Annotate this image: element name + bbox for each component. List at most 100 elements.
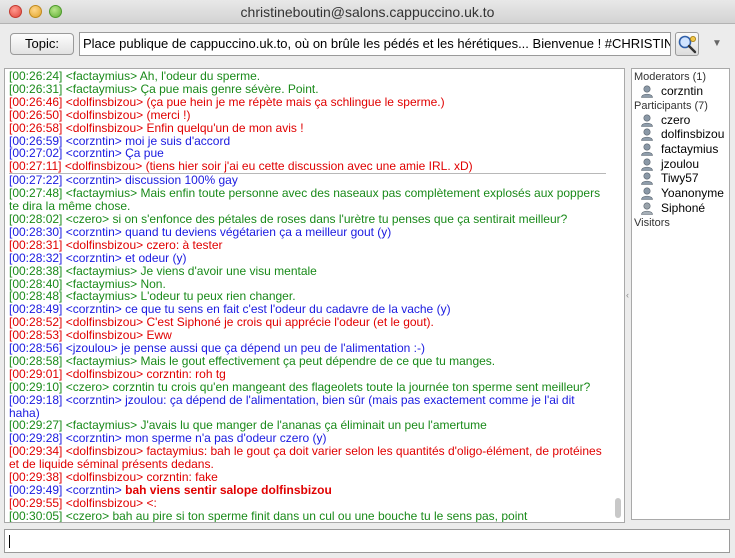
- message-timestamp: [00:28:48]: [9, 289, 63, 304]
- roster-user[interactable]: czero: [632, 113, 729, 128]
- message-timestamp: [00:27:22]: [9, 173, 63, 188]
- user-icon: [641, 114, 653, 127]
- message-nick[interactable]: <czero>: [66, 212, 109, 226]
- message-nick[interactable]: <dolfinsbizou>: [66, 108, 143, 122]
- roster-user[interactable]: dolfinsbizou: [632, 127, 729, 142]
- chat-message: [00:27:22] <corzntin> discussion 100% ga…: [9, 173, 606, 187]
- group-participants[interactable]: Participants (7): [632, 99, 729, 113]
- text-caret: [9, 535, 10, 548]
- roster-user[interactable]: jzoulou: [632, 157, 729, 172]
- magnifier-icon: [678, 35, 697, 54]
- message-text: Je viens d'avoir une visu mentale: [140, 263, 317, 278]
- message-nick[interactable]: <dolfinsbizou>: [66, 496, 143, 510]
- user-icon: [641, 128, 653, 142]
- message-timestamp: [00:26:50]: [9, 107, 63, 122]
- message-text: Enfin quelqu'un de mon avis !: [146, 120, 304, 135]
- message-nick[interactable]: <dolfinsbizou>: [66, 470, 143, 484]
- message-text: corzntin: fake: [146, 470, 218, 485]
- message-timestamp: [00:30:05]: [9, 508, 63, 523]
- message-nick[interactable]: <corzntin>: [66, 393, 122, 407]
- message-timestamp: [00:28:38]: [9, 263, 63, 278]
- message-nick[interactable]: <corzntin>: [66, 302, 122, 316]
- message-nick[interactable]: <factaymius>: [66, 277, 137, 291]
- message-nick[interactable]: <corzntin>: [66, 483, 122, 497]
- roster-user-name: jzoulou: [661, 156, 700, 171]
- message-nick[interactable]: <czero>: [66, 509, 109, 522]
- message-nick[interactable]: <czero>: [66, 380, 109, 394]
- message-nick[interactable]: <dolfinsbizou>: [66, 238, 143, 252]
- message-nick[interactable]: <factaymius>: [66, 82, 137, 96]
- roster-user[interactable]: Siphoné: [632, 201, 729, 216]
- roster-user[interactable]: factaymius: [632, 142, 729, 157]
- group-count: (7): [694, 99, 708, 112]
- message-timestamp: [00:29:55]: [9, 495, 63, 510]
- message-timestamp: [00:28:02]: [9, 211, 63, 226]
- group-moderators[interactable]: Moderators (1): [632, 70, 729, 84]
- message-nick[interactable]: <dolfinsbizou>: [66, 95, 143, 109]
- message-timestamp: [00:28:31]: [9, 237, 63, 252]
- message-nick[interactable]: <dolfinsbizou>: [66, 444, 143, 458]
- message-nick[interactable]: <corzntin>: [66, 225, 122, 239]
- message-timestamp: [00:28:32]: [9, 250, 63, 265]
- message-nick[interactable]: <factaymius>: [66, 289, 137, 303]
- message-nick[interactable]: <dolfinsbizou>: [66, 328, 143, 342]
- message-text: mon sperme n'a pas d'odeur czero (y): [125, 431, 327, 446]
- user-list[interactable]: Moderators (1) corzntin Participants (7) c…: [631, 68, 730, 520]
- message-nick[interactable]: <factaymius>: [66, 69, 137, 83]
- message-nick[interactable]: <czero>: [66, 522, 109, 523]
- message-nick[interactable]: <factaymius>: [66, 354, 137, 368]
- topic-button[interactable]: Topic:: [10, 33, 74, 55]
- message-nick[interactable]: <factaymius>: [66, 186, 137, 200]
- message-nick[interactable]: <dolfinsbizou>: [66, 315, 143, 329]
- message-timestamp: [00:29:49]: [9, 483, 63, 497]
- message-nick[interactable]: <corzntin>: [66, 146, 122, 160]
- chat-message: [00:27:11] <dolfinsbizou> (tiens hier so…: [9, 160, 606, 173]
- user-icon: [641, 202, 653, 215]
- title-bar: christineboutin@salons.cappuccino.uk.to: [0, 0, 735, 24]
- message-text: quand tu deviens végétarien ça a meilleu…: [125, 224, 392, 239]
- message-timestamp: [00:29:18]: [9, 392, 63, 407]
- message-timestamp: [00:27:02]: [9, 146, 63, 161]
- message-text: Ah, l'odeur du sperme.: [139, 69, 261, 83]
- topic-field[interactable]: Place publique de cappuccino.uk.to, où o…: [79, 32, 671, 56]
- chat-message: [00:29:34] <dolfinsbizou> factaymius: ba…: [9, 445, 606, 471]
- window-title: christineboutin@salons.cappuccino.uk.to: [240, 4, 495, 20]
- message-text: corzntin: roh tg: [146, 366, 226, 381]
- chat-log[interactable]: [00:26:24] <factaymius> Ah, l'odeur du s…: [4, 68, 625, 523]
- message-timestamp: [00:28:53]: [9, 328, 63, 343]
- message-nick[interactable]: <corzntin>: [66, 431, 122, 445]
- roster-user-name: Siphoné: [661, 200, 706, 215]
- message-timestamp: [00:28:49]: [9, 302, 63, 317]
- message-nick[interactable]: <corzntin>: [66, 173, 122, 187]
- group-label: Visitors: [634, 216, 670, 229]
- message-timestamp: [00:29:10]: [9, 379, 63, 394]
- message-timestamp: [00:27:11]: [9, 159, 62, 174]
- message-nick[interactable]: <corzntin>: [66, 251, 122, 265]
- message-text: C'est Siphoné je crois qui apprécie l'od…: [146, 315, 434, 330]
- message-nick[interactable]: <corzntin>: [66, 134, 122, 148]
- scrollbar-thumb[interactable]: [615, 498, 621, 518]
- chat-lines: [00:26:24] <factaymius> Ah, l'odeur du s…: [9, 69, 606, 523]
- message-nick[interactable]: <factaymius>: [66, 418, 137, 432]
- message-text: ce que tu sens en fait c'est l'odeur du …: [125, 302, 451, 317]
- chat-message: [00:27:48] <factaymius> Mais enfin toute…: [9, 187, 606, 213]
- roster-user[interactable]: Yoanonyme: [632, 186, 729, 201]
- search-button[interactable]: [675, 32, 699, 56]
- chat-scrollbar[interactable]: [613, 70, 623, 521]
- message-timestamp: [00:29:27]: [9, 418, 63, 433]
- message-nick[interactable]: <dolfinsbizou>: [66, 121, 143, 135]
- message-nick[interactable]: <jzoulou>: [66, 341, 118, 355]
- message-nick[interactable]: <factaymius>: [66, 264, 137, 278]
- roster-user[interactable]: Tiwy57: [632, 171, 729, 186]
- group-visitors[interactable]: Visitors: [632, 216, 729, 230]
- message-nick[interactable]: <dolfinsbizou>: [65, 159, 142, 173]
- chevron-down-icon[interactable]: ▼: [710, 37, 724, 51]
- user-icon: [641, 172, 653, 186]
- message-text: si on s'enfonce des pétales de roses dan…: [112, 211, 568, 226]
- group-count: (1): [692, 71, 707, 83]
- message-text: Ça pue mais genre sévère. Point.: [140, 81, 319, 96]
- topic-bar: Topic: Place publique de cappuccino.uk.t…: [0, 25, 735, 63]
- message-input[interactable]: [4, 529, 730, 553]
- roster-user[interactable]: corzntin: [632, 84, 729, 99]
- message-nick[interactable]: <dolfinsbizou>: [66, 367, 143, 381]
